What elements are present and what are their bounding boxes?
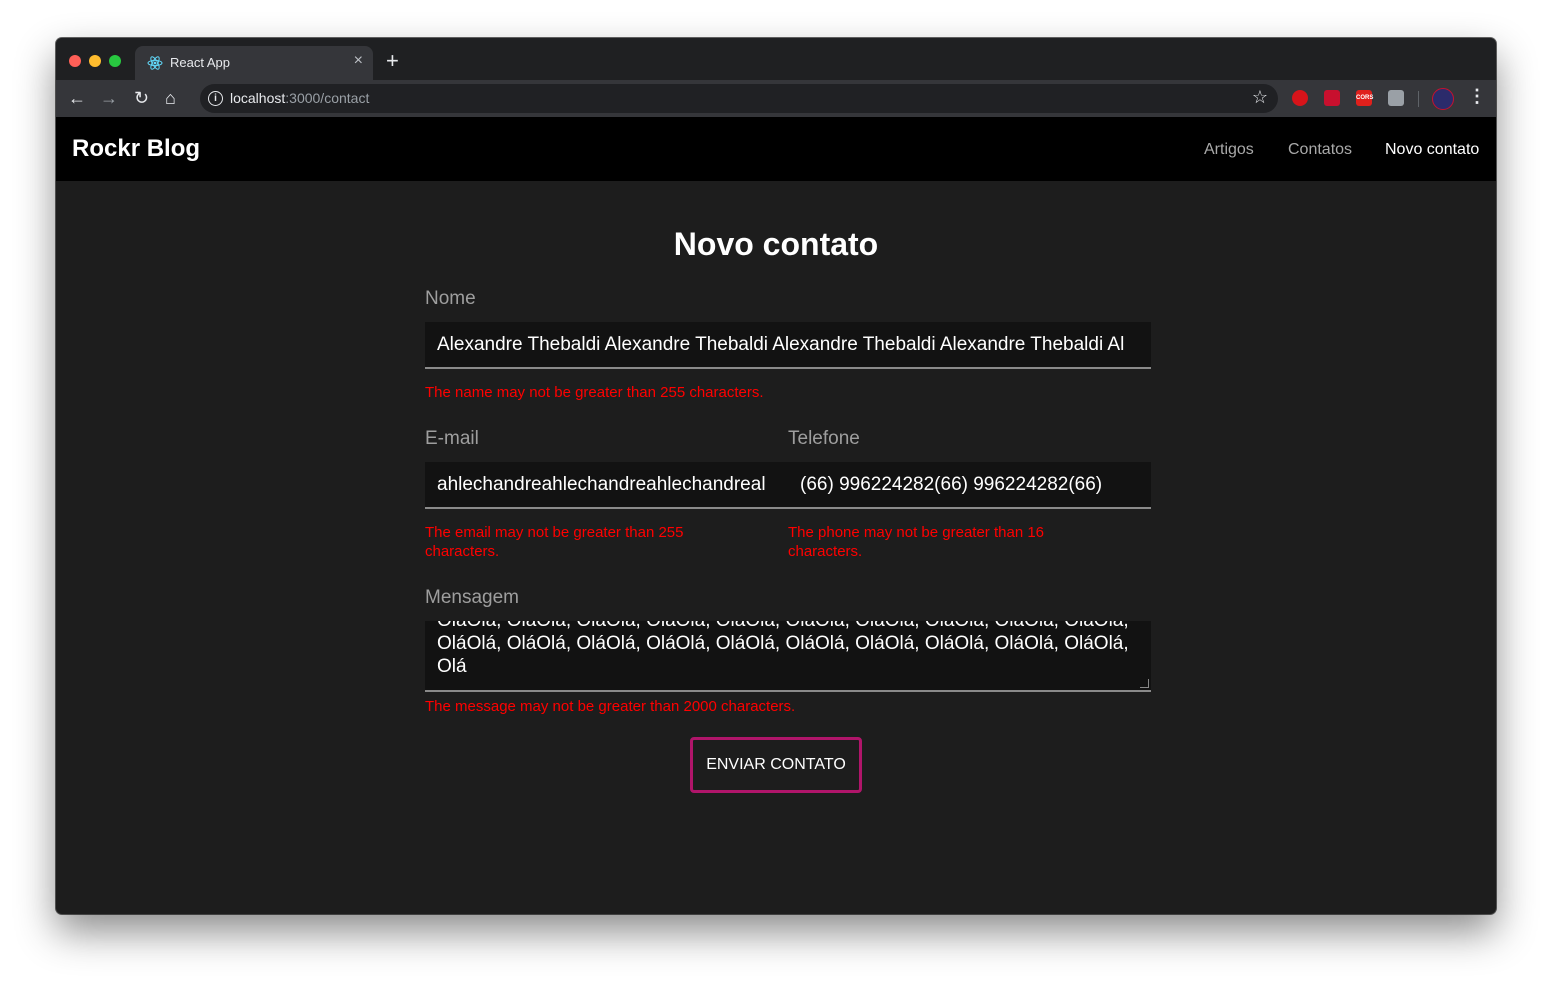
- close-window-button[interactable]: [69, 55, 81, 67]
- message-textarea[interactable]: OláOlá, OláOlá, OláOlá, OláOlá, OláOlá, …: [425, 621, 1151, 692]
- tab-bar: React App × +: [56, 38, 1496, 80]
- extension-icon[interactable]: [1324, 90, 1340, 106]
- forward-icon[interactable]: →: [100, 88, 118, 108]
- minimize-window-button[interactable]: [89, 55, 101, 67]
- name-field-value: Alexandre Thebaldi Alexandre Thebaldi Al…: [437, 334, 1125, 355]
- toolbar-divider: [1418, 91, 1419, 107]
- home-icon[interactable]: ⌂: [165, 88, 176, 108]
- phone-field[interactable]: (66) 996224282(66) 996224282(66): [788, 462, 1151, 509]
- name-label: Nome: [425, 288, 476, 309]
- browser-window: React App × + ← → ↻ ⌂ i localhost:3000/c…: [56, 38, 1496, 914]
- camera-extension-icon[interactable]: [1388, 90, 1404, 106]
- react-icon: [147, 56, 163, 70]
- url-text[interactable]: localhost:3000/contact: [230, 90, 369, 106]
- email-field[interactable]: ahlechandreahlechandreahlechandreal: [425, 462, 788, 509]
- site-navbar: Rockr Blog Artigos Contatos Novo contato: [56, 117, 1496, 181]
- message-error: The message may not be greater than 2000…: [425, 698, 796, 715]
- email-label: E-mail: [425, 428, 479, 449]
- nav-link-novo-contato[interactable]: Novo contato: [1385, 141, 1479, 159]
- profile-avatar[interactable]: [1432, 88, 1454, 110]
- info-icon[interactable]: i: [208, 91, 223, 106]
- resize-handle[interactable]: [1140, 679, 1149, 688]
- phone-label: Telefone: [788, 428, 860, 449]
- extension-icon[interactable]: [1292, 90, 1308, 106]
- nav-link-artigos[interactable]: Artigos: [1204, 141, 1254, 159]
- site-brand[interactable]: Rockr Blog: [72, 135, 200, 163]
- cors-extension-icon[interactable]: CORS: [1356, 90, 1373, 106]
- reload-icon[interactable]: ↻: [134, 88, 149, 108]
- message-label: Mensagem: [425, 587, 519, 608]
- phone-field-value: (66) 996224282(66) 996224282(66): [800, 474, 1103, 495]
- maximize-window-button[interactable]: [109, 55, 121, 67]
- tab-title: React App: [170, 55, 230, 70]
- back-icon[interactable]: ←: [68, 88, 86, 108]
- new-tab-button[interactable]: +: [386, 50, 399, 72]
- name-error: The name may not be greater than 255 cha…: [425, 384, 764, 401]
- browser-menu-icon[interactable]: ⋮: [1468, 86, 1486, 107]
- tab-close-icon[interactable]: ×: [354, 52, 363, 70]
- phone-error: The phone may not be greater than 16 cha…: [788, 524, 1045, 560]
- name-field[interactable]: Alexandre Thebaldi Alexandre Thebaldi Al…: [425, 322, 1151, 369]
- message-textarea-value: OláOlá, OláOlá, OláOlá, OláOlá, OláOlá, …: [437, 621, 1129, 677]
- browser-toolbar: ← → ↻ ⌂ i localhost:3000/contact ☆ CORS …: [56, 80, 1496, 117]
- email-error: The email may not be greater than 255 ch…: [425, 524, 684, 560]
- page-title: Novo contato: [673, 226, 879, 262]
- submit-contact-button[interactable]: ENVIAR CONTATO: [690, 737, 862, 793]
- browser-tab[interactable]: React App ×: [135, 46, 373, 80]
- email-field-value: ahlechandreahlechandreahlechandreal: [437, 474, 766, 495]
- address-bar[interactable]: i localhost:3000/contact ☆: [200, 84, 1278, 113]
- nav-link-contatos[interactable]: Contatos: [1288, 141, 1352, 159]
- bookmark-star-icon[interactable]: ☆: [1252, 87, 1268, 108]
